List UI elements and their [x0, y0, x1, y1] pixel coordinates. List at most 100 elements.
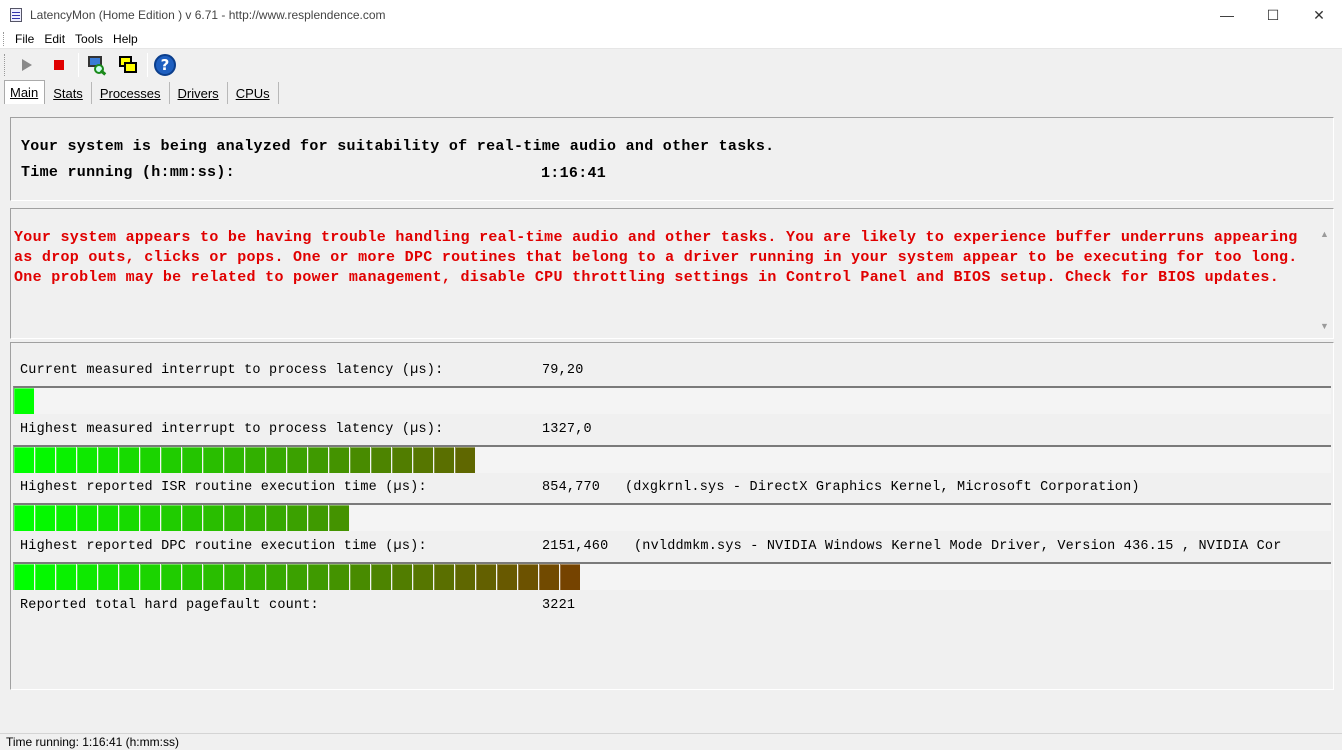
scroll-down-arrow[interactable]: ▼ [1319, 321, 1330, 331]
analysis-panel: Your system is being analyzed for suitab… [10, 117, 1334, 201]
app-icon [8, 7, 24, 23]
bar-segment [14, 505, 34, 531]
bar-segment [287, 505, 307, 531]
bar-segment [119, 564, 139, 590]
bar-segment [119, 447, 139, 473]
bar-segment [245, 564, 265, 590]
scroll-up-arrow[interactable]: ▲ [1319, 229, 1330, 239]
tab-drivers[interactable]: Drivers [170, 82, 228, 104]
bar-segment [182, 447, 202, 473]
bar-segment [413, 447, 433, 473]
isr-time-bar [13, 503, 1331, 531]
status-text: Time running: 1:16:41 (h:mm:ss) [6, 735, 179, 749]
start-button[interactable] [14, 52, 40, 78]
bar-segment [497, 564, 517, 590]
menu-tools[interactable]: Tools [70, 32, 108, 46]
bar-segment [308, 447, 328, 473]
warning-text: Your system appears to be having trouble… [14, 229, 1298, 286]
bar-segment [56, 447, 76, 473]
dpc-time-bar [13, 562, 1331, 590]
bar-segment [308, 564, 328, 590]
bar-segment [77, 564, 97, 590]
bar-segment [455, 564, 475, 590]
menu-edit[interactable]: Edit [39, 32, 70, 46]
tab-processes[interactable]: Processes [92, 82, 170, 104]
bar-segment [371, 564, 391, 590]
bar-segment [245, 505, 265, 531]
bar-segment [266, 505, 286, 531]
bar-segment [35, 564, 55, 590]
bar-segment [203, 564, 223, 590]
analysis-message: Your system is being analyzed for suitab… [21, 138, 775, 155]
analyze-button[interactable] [83, 52, 109, 78]
current-latency-label: Current measured interrupt to process la… [20, 363, 444, 378]
bar-segment [287, 564, 307, 590]
bar-segment [56, 564, 76, 590]
analyze-icon [85, 54, 107, 76]
dpc-driver-info: (nvlddmkm.sys - NVIDIA Windows Kernel Mo… [634, 539, 1282, 554]
toolbar-separator [78, 53, 79, 77]
tab-main[interactable]: Main [4, 80, 46, 104]
bar-segment [98, 505, 118, 531]
windows-button[interactable] [115, 52, 141, 78]
menu-help[interactable]: Help [108, 32, 143, 46]
metrics-panel: Current measured interrupt to process la… [10, 342, 1334, 690]
tab-cpus[interactable]: CPUs [228, 82, 279, 104]
help-button[interactable]: ? [152, 52, 178, 78]
window-title: LatencyMon (Home Edition ) v 6.71 - http… [30, 8, 386, 22]
title-bar: LatencyMon (Home Edition ) v 6.71 - http… [0, 0, 1342, 30]
bar-segment [308, 505, 328, 531]
stop-button[interactable] [46, 52, 72, 78]
warning-scrollbar[interactable]: ▲ ▼ [1316, 209, 1333, 338]
close-button[interactable]: ✕ [1296, 0, 1342, 30]
bar-segment [161, 447, 181, 473]
help-icon: ? [154, 54, 176, 76]
menu-file[interactable]: File [10, 32, 39, 46]
maximize-button[interactable]: ☐ [1250, 0, 1296, 30]
highest-latency-bar [13, 445, 1331, 473]
toolbar-separator [147, 53, 148, 77]
bar-segment [161, 505, 181, 531]
bar-segment [182, 505, 202, 531]
tab-stats[interactable]: Stats [45, 82, 92, 104]
bar-segment [35, 505, 55, 531]
bar-segment [77, 447, 97, 473]
bar-segment [329, 564, 349, 590]
menubar-grip [3, 32, 5, 46]
bar-segment [539, 564, 559, 590]
bar-segment [140, 447, 160, 473]
bar-segment [329, 505, 349, 531]
current-latency-bar [13, 386, 1331, 414]
bar-segment [140, 564, 160, 590]
bar-segment [98, 564, 118, 590]
bar-segment [266, 447, 286, 473]
bar-segment [77, 505, 97, 531]
dpc-time-label: Highest reported DPC routine execution t… [20, 539, 427, 554]
bar-segment [224, 505, 244, 531]
bar-segment [56, 505, 76, 531]
highest-latency-value: 1327,0 [542, 422, 592, 437]
bar-segment [266, 564, 286, 590]
bar-segment [350, 564, 370, 590]
bar-segment [371, 447, 391, 473]
tab-bar: Main Stats Processes Drivers CPUs [0, 80, 1342, 104]
bar-segment [245, 447, 265, 473]
time-running-label: Time running (h:mm:ss): [21, 164, 235, 181]
bar-segment [119, 505, 139, 531]
bar-segment [182, 564, 202, 590]
bar-segment [14, 388, 34, 414]
bar-segment [161, 564, 181, 590]
pagefault-label: Reported total hard pagefault count: [20, 598, 319, 613]
bar-segment [434, 447, 454, 473]
bar-segment [98, 447, 118, 473]
bar-segment [140, 505, 160, 531]
stop-icon [54, 60, 64, 70]
bar-segment [14, 564, 34, 590]
time-running-value: 1:16:41 [541, 165, 607, 182]
minimize-button[interactable]: — [1204, 0, 1250, 30]
bar-segment [329, 447, 349, 473]
bar-segment [455, 447, 475, 473]
dpc-time-value: 2151,460 [542, 539, 609, 554]
pagefault-value: 3221 [542, 598, 576, 613]
bar-segment [287, 447, 307, 473]
